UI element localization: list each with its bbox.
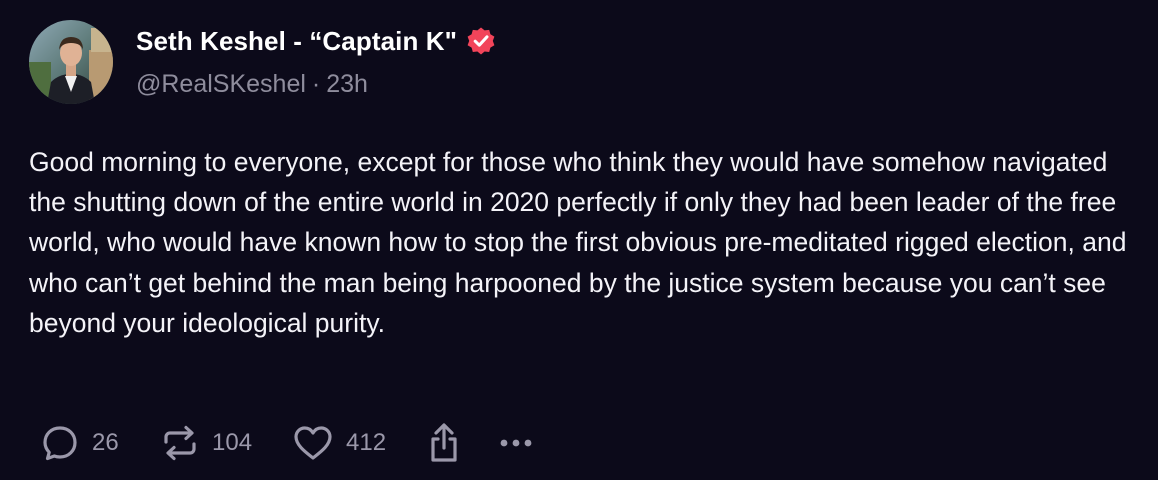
verified-badge-icon [465,25,497,57]
avatar-image [29,20,113,104]
heart-icon [294,426,332,460]
like-count: 412 [346,429,387,456]
share-icon [431,423,457,462]
handle-row: @RealSKeshel · 23h [136,70,368,99]
reply-count: 26 [92,429,119,456]
repost-count: 104 [212,429,253,456]
share-button[interactable] [424,421,496,465]
post-card: Seth Keshel - “Captain K" @RealSKeshel · 2… [0,0,1158,480]
repost-icon [164,425,196,461]
more-options-button[interactable] [496,433,546,453]
post-text: Good morning to everyone, except for tho… [29,147,1127,338]
separator-dot: · [311,70,321,98]
reply-button[interactable]: 26 [40,423,160,463]
more-icon [500,439,532,447]
display-name[interactable]: Seth Keshel - “Captain K" [136,26,457,57]
author-name-row: Seth Keshel - “Captain K" [136,22,497,60]
reply-icon [43,426,77,461]
timestamp[interactable]: 23h [326,70,368,98]
like-button[interactable]: 412 [292,423,424,463]
action-bar: 26 104 412 [40,420,546,466]
repost-button[interactable]: 104 [160,423,292,463]
avatar[interactable] [29,20,113,104]
handle[interactable]: @RealSKeshel [136,70,306,98]
